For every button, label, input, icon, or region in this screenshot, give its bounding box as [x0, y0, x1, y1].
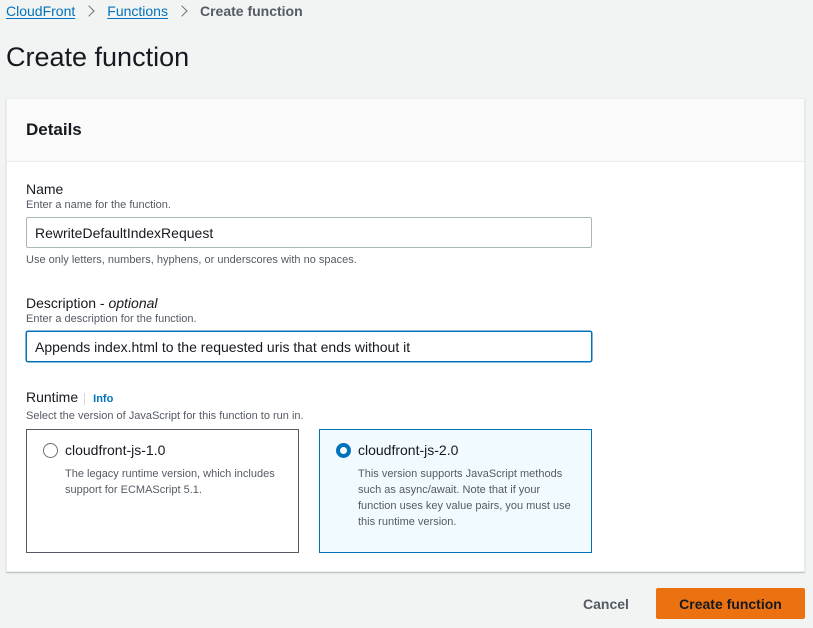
details-panel: Details Name Enter a name for the functi… [6, 98, 805, 572]
description-label: Description - optional [26, 295, 592, 311]
page-title: Create function [6, 42, 190, 72]
create-function-button[interactable]: Create function [656, 588, 805, 619]
runtime-field: Runtime Info Select the version of JavaSc… [26, 389, 304, 422]
runtime-option-title: cloudfront-js-1.0 [65, 442, 166, 458]
name-field: Name Enter a name for the function. Use … [26, 181, 592, 266]
details-heading: Details [26, 120, 82, 139]
chevron-right-icon [83, 5, 95, 17]
description-input[interactable] [26, 331, 592, 362]
breadcrumb-functions-link[interactable]: Functions [107, 3, 168, 19]
runtime-tile-js-2-0[interactable]: cloudfront-js-2.0 This version supports … [319, 429, 592, 553]
radio-button-checked[interactable] [336, 443, 351, 458]
name-input[interactable] [26, 217, 592, 248]
description-field: Description - optional Enter a descripti… [26, 295, 592, 362]
breadcrumb-current: Create function [199, 3, 303, 19]
name-constraint: Use only letters, numbers, hyphens, or u… [26, 254, 357, 266]
cancel-button[interactable]: Cancel [575, 591, 637, 617]
runtime-option-title: cloudfront-js-2.0 [358, 442, 459, 458]
name-description: Enter a name for the function. [26, 199, 171, 211]
info-link[interactable]: Info [84, 393, 114, 405]
description-description: Enter a description for the function. [26, 313, 197, 325]
runtime-label-row: Runtime Info [26, 389, 304, 405]
runtime-option-description: This version supports JavaScript methods… [358, 468, 571, 528]
runtime-option-description: The legacy runtime version, which includ… [65, 468, 275, 496]
runtime-label: Runtime [26, 389, 79, 405]
runtime-tile-js-1-0[interactable]: cloudfront-js-1.0 The legacy runtime ver… [26, 429, 299, 553]
runtime-description: Select the version of JavaScript for thi… [26, 410, 304, 422]
name-label: Name [26, 181, 64, 197]
breadcrumb: CloudFront Functions Create function [6, 1, 303, 21]
radio-button-unchecked[interactable] [43, 443, 58, 458]
runtime-tiles: cloudfront-js-1.0 The legacy runtime ver… [26, 429, 592, 553]
description-label-text: Description - [26, 295, 109, 311]
optional-label: optional [108, 295, 158, 311]
breadcrumb-cloudfront-link[interactable]: CloudFront [6, 3, 75, 19]
chevron-right-icon [176, 5, 188, 17]
details-panel-header: Details [7, 99, 804, 162]
